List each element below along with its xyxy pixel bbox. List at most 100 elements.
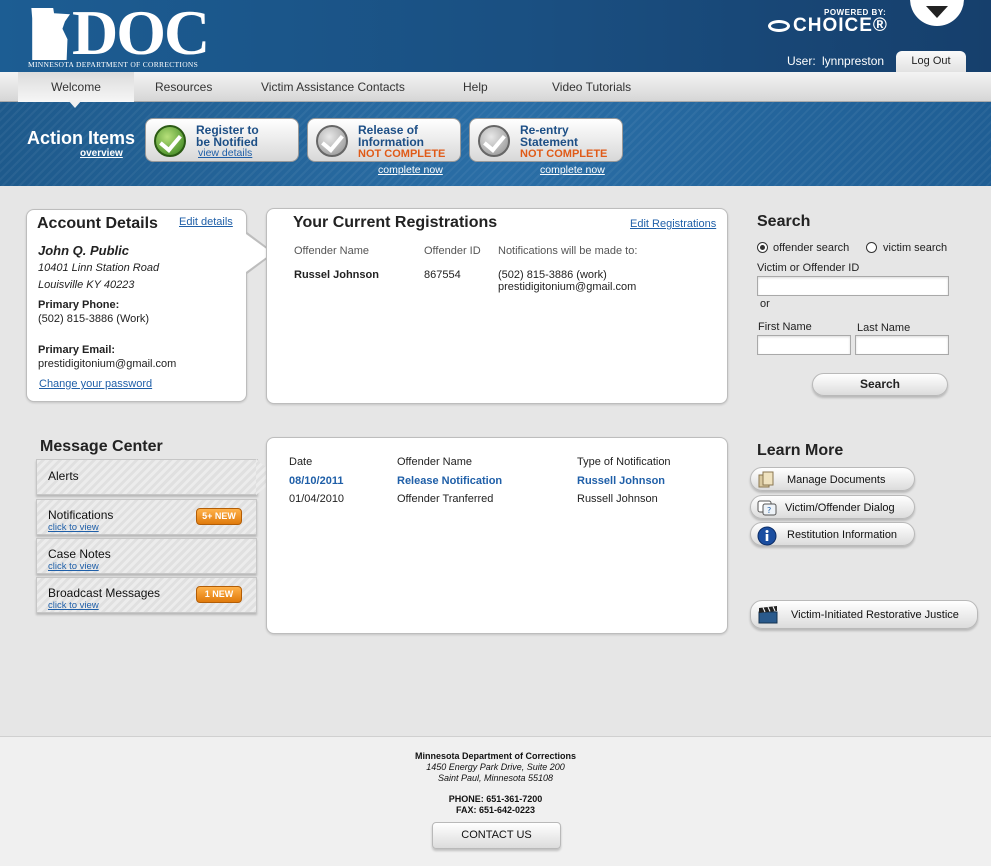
registrations-title: Your Current Registrations [293, 214, 498, 231]
nav-item-welcome[interactable]: Welcome [18, 72, 134, 108]
footer-address-line2: Saint Paul, Minnesota 55108 [437, 773, 554, 783]
account-details-title: Account Details [37, 215, 158, 232]
message-date[interactable]: 08/10/2011 [289, 475, 343, 487]
choice-brand: CHOICE® [768, 15, 888, 37]
header-dropdown-button[interactable] [910, 0, 964, 26]
victim-search-radio[interactable] [866, 242, 877, 253]
tab-title: Notifications [48, 508, 114, 522]
col-offender-name: Offender Name [397, 456, 473, 468]
action-item-line2: Information [358, 135, 424, 149]
checkmark-incomplete-icon [478, 125, 510, 157]
tab-title: Broadcast Messages [48, 586, 161, 600]
col-date: Date [289, 456, 313, 468]
primary-phone-label: Primary Phone: [38, 299, 120, 311]
edit-details-link[interactable]: Edit details [179, 216, 233, 228]
minnesota-state-icon [31, 8, 70, 60]
primary-email-label: Primary Email: [38, 344, 116, 356]
action-items-overview-link[interactable]: overview [80, 148, 123, 159]
tab-broadcast-messages[interactable]: Broadcast Messages click to view 1 NEW [36, 577, 257, 613]
primary-email: prestidigitonium@gmail.com [38, 358, 177, 370]
click-to-view-link[interactable]: click to view [48, 522, 99, 533]
learn-more-title: Learn More [757, 442, 844, 459]
victim-search-label[interactable]: victim search [883, 242, 947, 254]
action-item-line2: Statement [520, 135, 579, 149]
info-icon [757, 526, 777, 546]
last-name-label: Last Name [857, 322, 911, 334]
choice-eye-icon [768, 19, 790, 32]
account-address-line2: Louisville KY 40223 [38, 279, 135, 291]
action-item-release-of-information[interactable]: Release of Information NOT COMPLETE [307, 118, 461, 162]
contact-us-button[interactable]: CONTACT US [432, 822, 561, 849]
tab-title: Case Notes [48, 547, 111, 561]
chevron-down-icon [926, 6, 948, 18]
registration-notify-email: prestidigitonium@gmail.com [498, 281, 637, 293]
footer-address-line1: 1450 Energy Park Drive, Suite 200 [426, 762, 565, 772]
footer-phone: PHONE: 651-361-7200 [448, 794, 543, 804]
action-item-reentry-statement[interactable]: Re-entry Statement NOT COMPLETE [469, 118, 623, 162]
active-nav-pointer [68, 100, 82, 108]
last-name-input[interactable] [855, 335, 949, 355]
view-details-link[interactable]: view details [198, 147, 252, 159]
registration-notify-phone: (502) 815-3886 (work) [498, 269, 607, 281]
or-label: or [760, 298, 770, 310]
offender-search-label[interactable]: offender search [773, 242, 849, 254]
message-type[interactable]: Russell Johnson [577, 493, 658, 505]
click-to-view-link[interactable]: click to view [48, 561, 99, 572]
first-name-input[interactable] [757, 335, 851, 355]
message-type[interactable]: Russell Johnson [577, 475, 665, 487]
nav-item-victim-assistance-contacts[interactable]: Victim Assistance Contacts [261, 80, 405, 94]
account-address-line1: 10401 Linn Station Road [38, 262, 160, 274]
site-header: DOC MINNESOTA DEPARTMENT OF CORRECTIONS … [0, 0, 991, 72]
manage-documents-button[interactable]: Manage Documents [750, 467, 915, 491]
footer-org: Minnesota Department of Corrections [414, 751, 577, 761]
nav-item-help[interactable]: Help [463, 80, 488, 94]
account-name: John Q. Public [38, 243, 130, 258]
nav-item-label: Welcome [51, 80, 101, 94]
status-not-complete: NOT COMPLETE [520, 148, 608, 160]
message-offender[interactable]: Release Notification [397, 475, 502, 487]
current-registrations-panel: Your Current Registrations Edit Registra… [266, 208, 728, 404]
registration-offender-id: 867554 [424, 269, 461, 281]
site-footer: Minnesota Department of Corrections 1450… [0, 736, 991, 866]
tab-notifications[interactable]: Notifications click to view 5+ NEW [36, 499, 257, 535]
documents-icon [757, 471, 777, 489]
new-count-badge: 1 NEW [196, 586, 242, 603]
col-notifications-to: Notifications will be made to: [498, 245, 638, 257]
victim-offender-id-input[interactable] [757, 276, 949, 296]
video-clapper-icon [757, 605, 778, 624]
complete-now-link-reentry[interactable]: complete now [540, 164, 605, 176]
learn-more-label: Manage Documents [787, 474, 886, 486]
tab-alerts[interactable]: Alerts [36, 459, 258, 495]
checkmark-incomplete-icon [316, 125, 348, 157]
tab-case-notes[interactable]: Case Notes click to view [36, 538, 257, 574]
complete-now-link-release[interactable]: complete now [378, 164, 443, 176]
primary-phone: (502) 815-3886 (Work) [38, 313, 150, 325]
col-offender-name: Offender Name [294, 245, 370, 257]
doc-logo[interactable]: DOC MINNESOTA DEPARTMENT OF CORRECTIONS [28, 0, 210, 69]
main-nav: Welcome Resources Victim Assistance Cont… [0, 72, 991, 108]
change-password-link[interactable]: Change your password [39, 378, 152, 390]
action-items-title: Action Items [27, 128, 136, 148]
offender-search-radio[interactable] [757, 242, 768, 253]
click-to-view-link[interactable]: click to view [48, 600, 99, 611]
new-count-badge: 5+ NEW [196, 508, 242, 525]
restitution-information-button[interactable]: Restitution Information [750, 522, 915, 546]
registration-offender-name[interactable]: Russel Johnson [294, 269, 379, 281]
victim-offender-dialog-button[interactable]: ? Victim/Offender Dialog [750, 495, 915, 519]
message-date[interactable]: 01/04/2010 [289, 493, 344, 505]
checkmark-complete-icon [154, 125, 186, 157]
action-item-register[interactable]: Register to be Notified view details [145, 118, 299, 162]
col-offender-id: Offender ID [424, 245, 481, 257]
search-button[interactable]: Search [812, 373, 948, 396]
nav-item-video-tutorials[interactable]: Video Tutorials [552, 80, 631, 94]
username: lynnpreston [822, 54, 885, 68]
nav-item-resources[interactable]: Resources [155, 80, 212, 94]
logo-subtitle: MINNESOTA DEPARTMENT OF CORRECTIONS [28, 60, 199, 69]
learn-more-label: Victim-Initiated Restorative Justice [791, 609, 959, 621]
victim-initiated-restorative-justice-button[interactable]: Victim-Initiated Restorative Justice [750, 600, 978, 629]
logout-button[interactable]: Log Out [896, 51, 966, 72]
status-not-complete: NOT COMPLETE [358, 148, 446, 160]
messages-panel: Date Offender Name Type of Notification … [266, 437, 728, 634]
message-offender[interactable]: Offender Tranferred [397, 493, 493, 505]
edit-registrations-link[interactable]: Edit Registrations [630, 218, 716, 230]
